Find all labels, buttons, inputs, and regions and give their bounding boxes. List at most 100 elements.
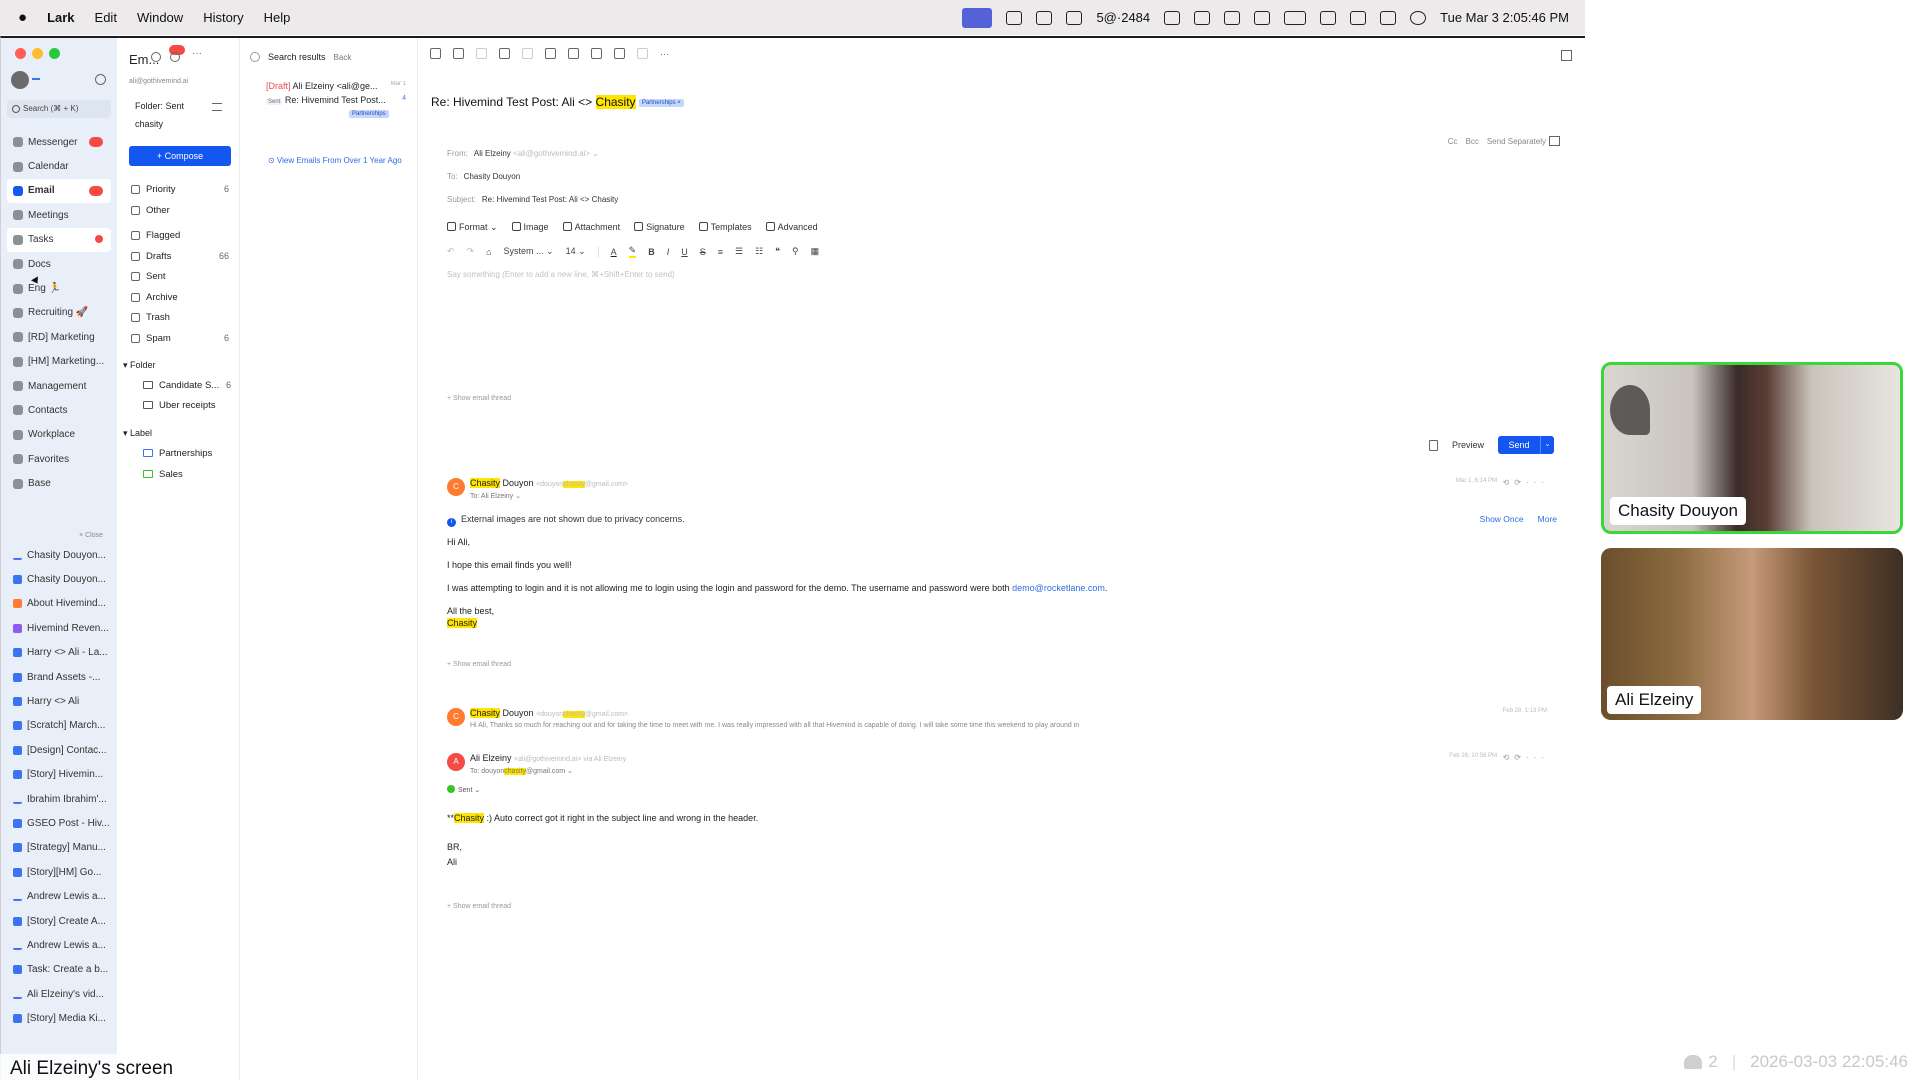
minimize-window-button[interactable]	[32, 48, 43, 59]
folder-flagged[interactable]: Flagged	[131, 227, 231, 243]
subject-field[interactable]: Subject: Re: Hivemind Test Post: Ali <> C…	[447, 195, 618, 204]
nav-item-calendar[interactable]: Calendar	[7, 154, 111, 178]
discard-draft-icon[interactable]	[1428, 439, 1438, 451]
email-body-editor[interactable]: Say something (Enter to add a new line, …	[447, 270, 675, 279]
pinned-doc-item[interactable]: Harry <> Ali - La...	[7, 641, 111, 665]
show-thread-toggle-2[interactable]: + Show email thread	[447, 661, 511, 668]
back-button[interactable]: Back	[334, 53, 352, 62]
folder-icon[interactable]	[568, 48, 579, 59]
pinned-doc-item[interactable]: Ibrahim Ibrahim'...	[7, 787, 111, 811]
label-icon[interactable]	[545, 48, 556, 59]
nav-item-eng[interactable]: Eng 🏃	[7, 276, 111, 300]
more-icon[interactable]: ···	[660, 49, 669, 59]
screen-share-icon[interactable]	[962, 7, 993, 28]
participant-count[interactable]: 2	[1684, 1052, 1718, 1072]
subfolder-item[interactable]: Candidate S... 6	[143, 377, 231, 393]
format-item-format[interactable]: Format ⌄	[447, 222, 498, 233]
to-field[interactable]: To: Chasity Douyon	[447, 172, 520, 181]
nav-item-base[interactable]: Base	[7, 471, 111, 495]
archive-icon[interactable]	[430, 48, 441, 59]
folder-section-header[interactable]: ▾ Folder	[123, 360, 156, 371]
more-link[interactable]: More	[1538, 514, 1557, 524]
bold-icon[interactable]: B	[648, 247, 655, 257]
tool-icon[interactable]	[1006, 10, 1023, 25]
wifi-icon[interactable]	[1320, 10, 1337, 25]
participant-tile-active-speaker[interactable]: Chasity Douyon	[1601, 362, 1903, 534]
zoom-window-button[interactable]	[49, 48, 60, 59]
redo-icon[interactable]: ↷	[467, 246, 475, 257]
user-avatar[interactable]	[11, 71, 29, 89]
mark-read-icon[interactable]	[591, 48, 602, 59]
nav-item-meetings[interactable]: Meetings	[7, 203, 111, 227]
pinned-doc-item[interactable]: [Story] Media Ki...	[7, 1006, 111, 1030]
siri-icon[interactable]	[1410, 10, 1427, 25]
format-item-attachment[interactable]: Attachment	[562, 222, 620, 233]
pinned-doc-item[interactable]: [Story] Create A...	[7, 909, 111, 933]
menu-window[interactable]: Window	[137, 10, 183, 25]
format-item-advanced[interactable]: Advanced	[765, 222, 818, 233]
format-painter-icon[interactable]: ⌂	[486, 247, 491, 257]
spotlight-icon[interactable]	[1350, 10, 1367, 25]
edit-icon[interactable]	[151, 52, 161, 62]
from-field[interactable]: From: Ali Elzeiny <ali@gothivemind.ai> ⌄	[447, 149, 599, 158]
align-icon[interactable]: ≡	[718, 247, 723, 257]
folder-drafts[interactable]: Drafts 66	[131, 248, 231, 264]
sent-status[interactable]: Sent ⌄	[447, 785, 480, 794]
pinned-doc-item[interactable]: Hivemind Reven...	[7, 616, 111, 640]
preview-button[interactable]: Preview	[1452, 440, 1484, 450]
bullet-list-icon[interactable]: ☷	[755, 246, 763, 257]
pinned-doc-item[interactable]: Andrew Lewis a...	[7, 884, 111, 908]
trash-icon[interactable]	[453, 48, 464, 59]
gear-icon[interactable]	[170, 52, 180, 62]
demo-email-link[interactable]: demo@rocketlane.com	[1012, 583, 1105, 593]
participant-tile[interactable]: Ali Elzeiny	[1601, 548, 1903, 720]
pinned-doc-item[interactable]: [Scratch] March...	[7, 714, 111, 738]
subfolder-item[interactable]: Uber receipts	[143, 397, 231, 413]
send-separately-button[interactable]: Send Separately	[1487, 137, 1546, 146]
subject-tag[interactable]: Partnerships ×	[638, 98, 684, 107]
person-icon[interactable]	[1224, 10, 1241, 25]
font-size-select[interactable]: 14 ⌄	[566, 246, 586, 257]
pinned-doc-item[interactable]: Chasity Douyon...	[7, 567, 111, 591]
settings-icon[interactable]	[95, 74, 106, 85]
send-options-chevron-icon[interactable]: ⌄	[1540, 436, 1554, 454]
label-item[interactable]: Partnerships	[143, 445, 231, 461]
pinned-doc-item[interactable]: GSEO Post - Hiv...	[7, 811, 111, 835]
format-item-templates[interactable]: Templates	[698, 222, 752, 233]
pinned-doc-item[interactable]: Ali Elzeiny's vid...	[7, 982, 111, 1006]
airdrop-icon[interactable]	[1194, 10, 1211, 25]
pinned-doc-item[interactable]: Task: Create a b...	[7, 958, 111, 982]
move-icon[interactable]	[1066, 10, 1083, 25]
table-icon[interactable]: ▦	[811, 246, 820, 257]
nav-item-contacts[interactable]: Contacts	[7, 398, 111, 422]
nav-item-email[interactable]: Email	[7, 178, 111, 204]
show-thread-toggle[interactable]: + Show email thread	[447, 395, 511, 402]
nav-item-docs[interactable]: Docs	[7, 252, 111, 276]
link-icon[interactable]: ⚲	[792, 246, 799, 257]
flag-icon[interactable]	[499, 48, 510, 59]
pinned-doc-item[interactable]: Brand Assets -...	[7, 665, 111, 689]
expand-icon[interactable]	[1561, 50, 1572, 61]
clip-icon[interactable]	[1164, 10, 1181, 25]
folder-archive[interactable]: Archive	[131, 289, 231, 305]
italic-icon[interactable]: I	[667, 247, 670, 257]
pinned-doc-item[interactable]: Andrew Lewis a...	[7, 933, 111, 957]
compose-button[interactable]: + Compose	[129, 146, 231, 166]
pinned-doc-item[interactable]: About Hivemind...	[7, 592, 111, 616]
pinned-doc-item[interactable]: [Strategy] Manu...	[7, 836, 111, 860]
send-button[interactable]: Send ⌄	[1498, 436, 1554, 454]
view-older-emails-link[interactable]: ⊙ View Emails From Over 1 Year Ago	[268, 156, 402, 165]
pinned-doc-item[interactable]: Harry <> Ali	[7, 689, 111, 713]
result-row-draft[interactable]: [Draft] Ali Elzeiny <ali@ge... Mar 1	[266, 81, 414, 91]
format-item-image[interactable]: Image	[511, 222, 549, 233]
nav-item-rd-marketing[interactable]: [RD] Marketing	[7, 325, 111, 349]
nav-item-tasks[interactable]: Tasks	[7, 227, 111, 252]
result-row-thread[interactable]: Sent Re: Hivemind Test Post... 4	[266, 95, 414, 105]
nav-item-messenger[interactable]: Messenger	[7, 130, 111, 154]
pinned-doc-item[interactable]: [Story][HM] Go...	[7, 860, 111, 884]
info-icon[interactable]	[1036, 10, 1053, 25]
folder-other[interactable]: Other	[131, 202, 231, 218]
move-icon[interactable]	[522, 48, 533, 59]
close-window-button[interactable]	[15, 48, 26, 59]
calendar-icon[interactable]	[1254, 10, 1271, 25]
